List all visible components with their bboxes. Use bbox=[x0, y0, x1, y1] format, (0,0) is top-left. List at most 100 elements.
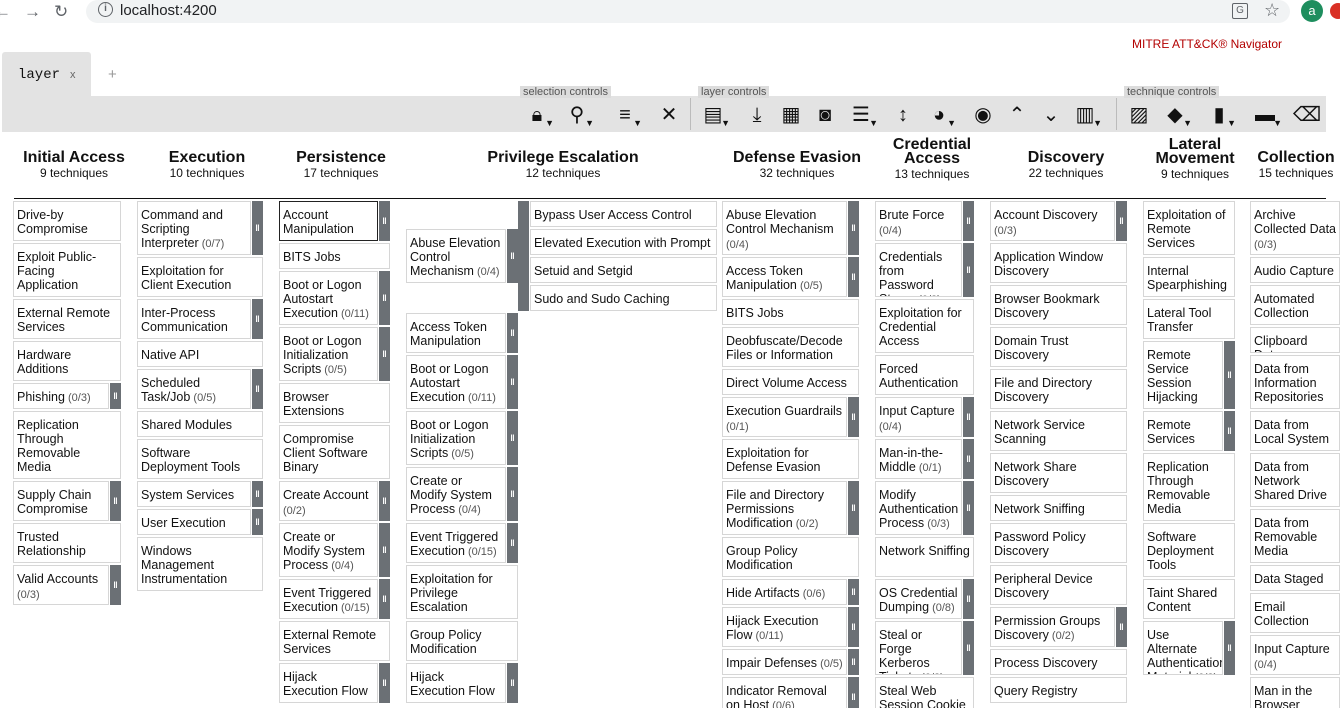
technique-cell[interactable]: Exploitation for Client Execution bbox=[137, 257, 263, 297]
expand-subtechniques-handle[interactable]: ‖ bbox=[507, 229, 518, 283]
technique-cell[interactable]: Phishing (0/3) bbox=[13, 383, 109, 409]
export-excel-icon[interactable]: ▦ bbox=[776, 102, 806, 128]
technique-cell[interactable]: Exploitation for Defense Evasion bbox=[722, 439, 859, 479]
layer-info-icon[interactable]: ▤ ▼ bbox=[698, 102, 730, 128]
technique-cell[interactable]: Execution Guardrails (0/1) bbox=[722, 397, 847, 437]
expand-subtechniques-handle[interactable]: ‖ bbox=[379, 271, 390, 325]
expand-subtechniques-handle[interactable]: ‖ bbox=[252, 369, 263, 409]
expand-icon[interactable]: ⌃ bbox=[1002, 102, 1032, 128]
expand-subtechniques-handle[interactable]: ‖ bbox=[1224, 621, 1235, 675]
technique-cell[interactable]: Browser Extensions bbox=[279, 383, 390, 423]
expand-subtechniques-handle[interactable]: ‖ bbox=[848, 201, 859, 255]
technique-cell[interactable]: Data from Removable Media bbox=[1250, 509, 1340, 563]
technique-cell[interactable]: Create Account (0/2) bbox=[279, 481, 378, 521]
expand-subtechniques-handle[interactable]: ‖ bbox=[252, 481, 263, 507]
forward-icon[interactable]: → bbox=[24, 1, 41, 23]
technique-cell[interactable]: Create or Modify System Process (0/4) bbox=[406, 467, 506, 521]
technique-cell[interactable]: Forced Authentication bbox=[875, 355, 974, 395]
technique-cell[interactable]: Input Capture (0/4) bbox=[875, 397, 962, 437]
technique-cell[interactable]: Man in the Browser bbox=[1250, 677, 1340, 708]
technique-cell[interactable]: Peripheral Device Discovery bbox=[990, 565, 1127, 605]
technique-cell[interactable]: Shared Modules bbox=[137, 411, 263, 437]
technique-cell[interactable]: Steal Web Session Cookie bbox=[875, 677, 974, 708]
technique-cell[interactable]: User Execution (0/2) bbox=[137, 509, 251, 535]
tactic-header[interactable]: Initial Access 9 techniques bbox=[14, 150, 134, 181]
technique-cell[interactable]: Domain Trust Discovery bbox=[990, 327, 1127, 367]
show-hide-icon[interactable]: ◉ bbox=[968, 102, 998, 128]
expand-subtechniques-handle[interactable]: ‖ bbox=[252, 509, 263, 535]
technique-cell[interactable]: Remote Service Session Hijacking (0/2) bbox=[1143, 341, 1223, 409]
expand-subtechniques-handle[interactable]: ‖ bbox=[1224, 341, 1235, 409]
technique-cell[interactable]: Setuid and Setgid bbox=[530, 257, 717, 283]
expand-subtechniques-handle[interactable]: ‖ bbox=[1224, 411, 1235, 451]
technique-cell[interactable]: BITS Jobs bbox=[722, 299, 859, 325]
technique-cell[interactable]: Command and Scripting Interpreter (0/7) bbox=[137, 201, 251, 255]
tab-close-button[interactable]: x bbox=[70, 69, 76, 81]
technique-cell[interactable]: Exploitation for Credential Access bbox=[875, 299, 974, 353]
technique-cell[interactable]: Clipboard Data bbox=[1250, 327, 1340, 353]
expand-subtechniques-handle[interactable]: ‖ bbox=[507, 663, 518, 703]
expand-subtechniques-handle[interactable]: ‖ bbox=[507, 467, 518, 521]
technique-cell[interactable]: Brute Force (0/4) bbox=[875, 201, 962, 241]
expand-subtechniques-handle[interactable]: ‖ bbox=[110, 383, 121, 409]
technique-cell[interactable]: Exploit Public-Facing Application bbox=[13, 243, 121, 297]
expand-subtechniques-handle[interactable]: ‖ bbox=[379, 579, 390, 619]
expand-subtechniques-handle[interactable]: ‖ bbox=[1116, 201, 1127, 241]
technique-cell[interactable]: Exploitation for Privilege Escalation bbox=[406, 565, 518, 619]
technique-cell[interactable]: Credentials from Password Stores (0/3) bbox=[875, 243, 962, 297]
background-color-icon[interactable]: ▨ bbox=[1124, 102, 1154, 128]
info-icon[interactable]: i bbox=[98, 2, 113, 17]
technique-cell[interactable]: Abuse Elevation Control Mechanism (0/4) bbox=[406, 229, 506, 283]
technique-cell[interactable]: Boot or Logon Initialization Scripts (0/… bbox=[406, 411, 506, 465]
expand-subtechniques-handle[interactable]: ‖ bbox=[848, 257, 859, 297]
technique-cell[interactable]: Internal Spearphishing bbox=[1143, 257, 1235, 297]
technique-cell[interactable]: Archive Collected Data (0/3) bbox=[1250, 201, 1340, 255]
technique-cell[interactable]: Windows Management Instrumentation bbox=[137, 537, 263, 591]
technique-cell[interactable]: External Remote Services bbox=[13, 299, 121, 339]
expand-subtechniques-handle[interactable]: ‖ bbox=[848, 649, 859, 675]
technique-cell[interactable]: Access Token Manipulation (0/5) bbox=[722, 257, 847, 297]
tactic-header[interactable]: Credential Access 13 techniques bbox=[877, 137, 987, 182]
tactic-header[interactable]: Execution 10 techniques bbox=[157, 150, 257, 181]
technique-cell[interactable]: Valid Accounts (0/3) bbox=[13, 565, 109, 605]
expand-subtechniques-handle[interactable]: ‖ bbox=[379, 663, 390, 703]
multiselect-icon[interactable]: ≡ ▼ bbox=[610, 102, 642, 128]
back-icon[interactable]: ← bbox=[0, 1, 11, 23]
download-icon[interactable]: ⤓ bbox=[742, 102, 772, 128]
expand-subtechniques-handle[interactable]: ‖ bbox=[848, 481, 859, 535]
technique-cell[interactable]: Automated Collection bbox=[1250, 285, 1340, 325]
technique-cell[interactable]: Network Sniffing bbox=[990, 495, 1127, 521]
expand-subtechniques-handle[interactable]: ‖ bbox=[507, 411, 518, 465]
expand-subtechniques-handle[interactable]: ‖ bbox=[252, 299, 263, 339]
technique-cell[interactable]: Access Token Manipulation (0/5) bbox=[406, 313, 506, 353]
navigator-brand[interactable]: MITRE ATT&CK® Navigator bbox=[1132, 37, 1282, 51]
technique-cell[interactable]: Account Discovery (0/3) bbox=[990, 201, 1115, 241]
search-icon[interactable]: ⚲ ▼ bbox=[562, 102, 594, 128]
tactic-header[interactable]: Discovery 22 techniques bbox=[1006, 150, 1126, 181]
technique-cell[interactable]: System Services (0/2) bbox=[137, 481, 251, 507]
technique-cell[interactable]: External Remote Services bbox=[279, 621, 390, 661]
technique-cell[interactable]: Supply Chain Compromise (0/3) bbox=[13, 481, 109, 521]
technique-cell[interactable]: Inter-Process Communication (0/2) bbox=[137, 299, 251, 339]
reload-icon[interactable]: ↻ bbox=[54, 1, 68, 23]
collapse-icon[interactable]: ⌄ bbox=[1036, 102, 1066, 128]
technique-cell[interactable]: Exploitation of Remote Services bbox=[1143, 201, 1235, 255]
color-setup-icon[interactable]: ◕ ▼ bbox=[924, 102, 956, 128]
technique-cell[interactable]: Drive-by Compromise bbox=[13, 201, 121, 241]
tab-layer[interactable]: layer x bbox=[2, 52, 91, 96]
technique-cell[interactable]: Data from Local System bbox=[1250, 411, 1340, 451]
technique-cell[interactable]: Native API bbox=[137, 341, 263, 367]
expand-subtechniques-handle[interactable]: ‖ bbox=[848, 607, 859, 647]
technique-cell[interactable]: Hijack Execution Flow (0/11) bbox=[722, 607, 847, 647]
star-icon[interactable]: ☆ bbox=[1264, 0, 1280, 21]
technique-cell[interactable]: Indicator Removal on Host (0/6) bbox=[722, 677, 847, 708]
technique-cell[interactable]: Hijack Execution Flow (0/11) bbox=[406, 663, 506, 703]
technique-cell[interactable]: Elevated Execution with Prompt bbox=[530, 229, 717, 255]
clear-icon[interactable]: ⌫ bbox=[1292, 102, 1322, 128]
technique-cell[interactable]: Application Window Discovery bbox=[990, 243, 1127, 283]
technique-cell[interactable]: Lateral Tool Transfer bbox=[1143, 299, 1235, 339]
expand-subtechniques-handle[interactable]: ‖ bbox=[110, 481, 121, 521]
expand-subtechniques-handle[interactable]: ‖ bbox=[963, 579, 974, 619]
technique-cell[interactable]: Software Deployment Tools bbox=[137, 439, 263, 479]
expand-subtechniques-handle[interactable]: ‖ bbox=[963, 243, 974, 297]
